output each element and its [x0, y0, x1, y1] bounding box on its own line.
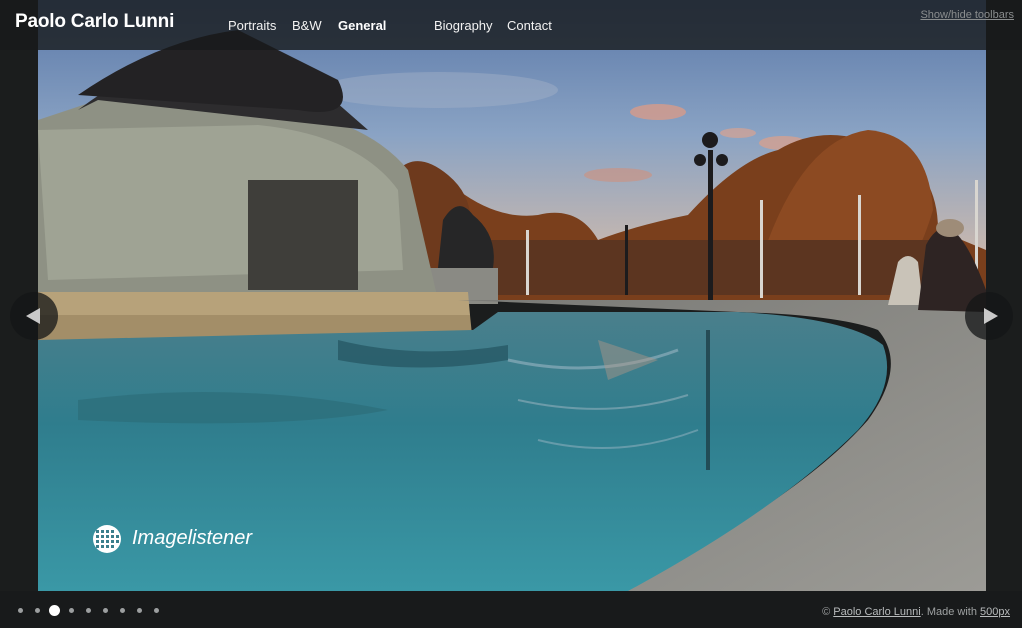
slide-dot[interactable]	[18, 608, 23, 613]
nav-portraits[interactable]: Portraits	[228, 18, 276, 33]
toggle-toolbars-link[interactable]: Show/hide toolbars	[920, 9, 1014, 21]
top-toolbar: Paolo Carlo Lunni Portraits B&W General …	[0, 0, 1022, 50]
copyright-symbol: ©	[822, 606, 831, 618]
slide-dot[interactable]	[154, 608, 159, 613]
made-with-text: . Made with	[920, 606, 977, 618]
nav-contact[interactable]: Contact	[507, 18, 552, 33]
gallery-photo	[38, 0, 986, 591]
nav-general[interactable]: General	[338, 18, 386, 33]
platform-link[interactable]: 500px	[980, 606, 1010, 618]
arrow-left-icon	[26, 308, 40, 324]
author-link[interactable]: Paolo Carlo Lunni	[833, 606, 920, 618]
slide-dot[interactable]	[103, 608, 108, 613]
slide-dot[interactable]	[137, 608, 142, 613]
slide-dot[interactable]	[69, 608, 74, 613]
slide-dot[interactable]	[86, 608, 91, 613]
previous-photo-button[interactable]	[10, 292, 58, 340]
slide-dot[interactable]	[120, 608, 125, 613]
bottom-toolbar: © Paolo Carlo Lunni. Made with 500px	[0, 591, 1022, 628]
watermark-text: Imagelistener	[132, 527, 253, 549]
nav-biography[interactable]: Biography	[434, 18, 493, 33]
slide-dot[interactable]	[35, 608, 40, 613]
site-title[interactable]: Paolo Carlo Lunni	[15, 11, 174, 33]
imagelistener-logo-icon	[93, 525, 121, 553]
nav-bw[interactable]: B&W	[292, 18, 322, 33]
footer-credits: © Paolo Carlo Lunni. Made with 500px	[822, 606, 1010, 618]
next-photo-button[interactable]	[965, 292, 1013, 340]
slide-dot-active[interactable]	[49, 605, 60, 616]
arrow-right-icon	[984, 308, 998, 324]
